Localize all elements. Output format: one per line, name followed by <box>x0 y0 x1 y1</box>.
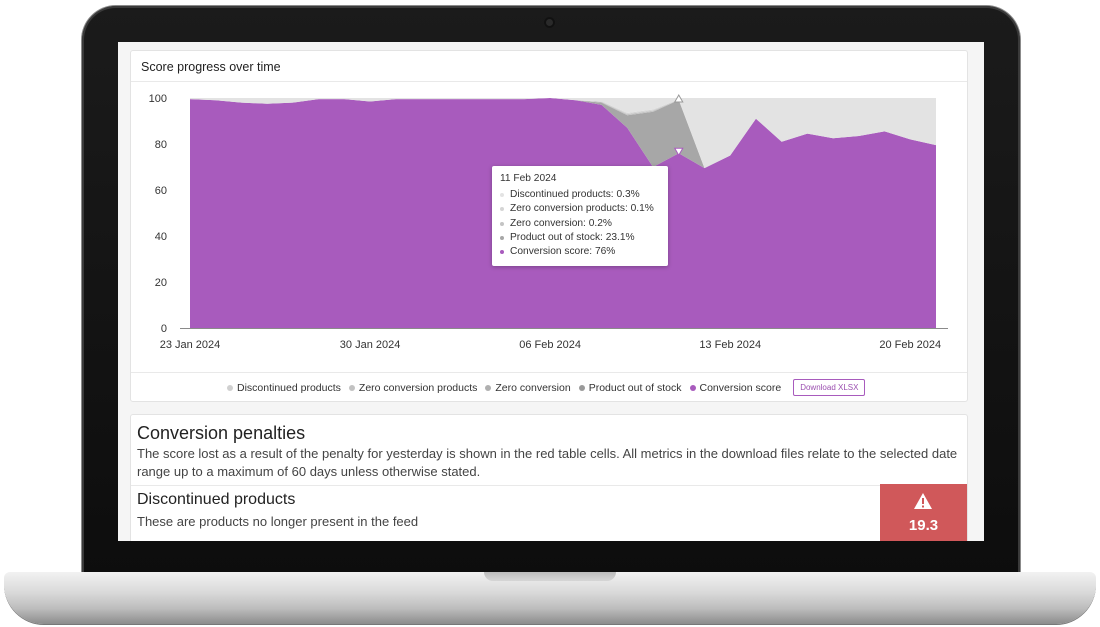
download-xlsx-button[interactable]: Download XLSX <box>793 379 866 396</box>
chart-tooltip: 11 Feb 2024 Discontinued products: 0.3% Z… <box>492 166 668 266</box>
legend-dot-icon <box>485 384 492 391</box>
x-tick-label: 30 Jan 2024 <box>340 339 401 351</box>
legend-label: Conversion score <box>699 381 782 394</box>
penalty-value: 19.3 <box>908 517 939 534</box>
y-tick-label: 40 <box>155 231 167 243</box>
discontinued-products-description: These are products no longer present in … <box>137 514 419 529</box>
penalties-description: The score lost as a result of the penalt… <box>137 446 958 479</box>
legend-label: Discontinued products <box>237 381 341 394</box>
tooltip-rows: Discontinued products: 0.3% Zero conversi… <box>500 188 660 259</box>
series-dot-icon <box>500 207 504 212</box>
legend-label: Zero conversion <box>495 381 571 394</box>
tooltip-row-value: 76% <box>594 246 616 258</box>
y-tick-label: 20 <box>155 277 167 289</box>
x-tick-label: 20 Feb 2024 <box>879 339 941 351</box>
divider <box>131 485 967 486</box>
legend-item[interactable]: Product out of stock <box>578 381 682 394</box>
y-tick-label: 0 <box>161 323 167 335</box>
series-dot-icon <box>500 193 504 198</box>
legend-item[interactable]: Zero conversion products <box>348 381 478 394</box>
y-tick-label: 60 <box>155 185 167 197</box>
series-dot-icon <box>500 236 504 241</box>
chart-card-title: Score progress over time <box>141 60 281 74</box>
tooltip-row: Conversion score: 76% <box>500 245 660 259</box>
laptop-base-notch <box>484 572 616 581</box>
tooltip-row-value: 23.1% <box>605 231 635 243</box>
legend-item[interactable]: Discontinued products <box>227 382 341 394</box>
x-tick-label: 23 Jan 2024 <box>160 339 221 351</box>
tooltip-row-label: Discontinued products: <box>510 189 617 200</box>
divider <box>131 372 967 373</box>
tooltip-row-label: Conversion score: <box>510 246 595 258</box>
score-chart-card: Score progress over time 0 20 40 60 80 100 23 … <box>130 50 968 402</box>
x-tick-label: 06 Feb 2024 <box>519 339 581 351</box>
legend-dot-icon <box>348 384 355 391</box>
tooltip-row-value: 0.3% <box>616 189 640 200</box>
webcam <box>544 17 555 28</box>
warning-icon <box>914 493 932 509</box>
penalties-title: Conversion penalties <box>137 423 306 443</box>
legend-item[interactable]: Zero conversion <box>485 381 571 394</box>
tooltip-row: Discontinued products: 0.3% <box>500 188 660 202</box>
legend-label: Zero conversion products <box>358 381 478 394</box>
series-dot-icon <box>500 221 504 226</box>
y-tick-label: 80 <box>155 139 167 151</box>
tooltip-row-label: Zero conversion products: <box>510 203 631 215</box>
screen: Score progress over time 0 20 40 60 80 100 23 … <box>118 42 984 541</box>
y-tick-label: 100 <box>149 93 167 105</box>
tooltip-row-value: 0.1% <box>630 203 654 215</box>
legend-dot-icon <box>689 384 696 391</box>
legend-label: Product out of stock <box>588 381 682 394</box>
tooltip-row-value: 0.2% <box>588 217 612 229</box>
discontinued-penalty-cell[interactable]: 19.3 <box>880 484 967 541</box>
tooltip-date: 11 Feb 2024 <box>500 173 557 184</box>
tooltip-row: Zero conversion: 0.2% <box>500 217 660 231</box>
series-dot-icon <box>500 250 504 255</box>
legend-item[interactable]: Conversion score <box>689 381 782 394</box>
tooltip-row-label: Zero conversion: <box>510 217 589 229</box>
legend-dot-icon <box>227 384 233 391</box>
discontinued-products-title: Discontinued products <box>137 491 296 508</box>
conversion-penalties-card: Conversion penalties The score lost as a… <box>130 414 968 541</box>
chart-legend: Discontinued products Zero conversion pro… <box>227 379 866 396</box>
legend-dot-icon <box>578 384 585 391</box>
tooltip-row-label: Product out of stock: <box>510 231 606 243</box>
tooltip-row: Product out of stock: 23.1% <box>500 231 660 245</box>
x-tick-label: 13 Feb 2024 <box>699 339 761 351</box>
tooltip-row: Zero conversion products: 0.1% <box>500 202 660 216</box>
